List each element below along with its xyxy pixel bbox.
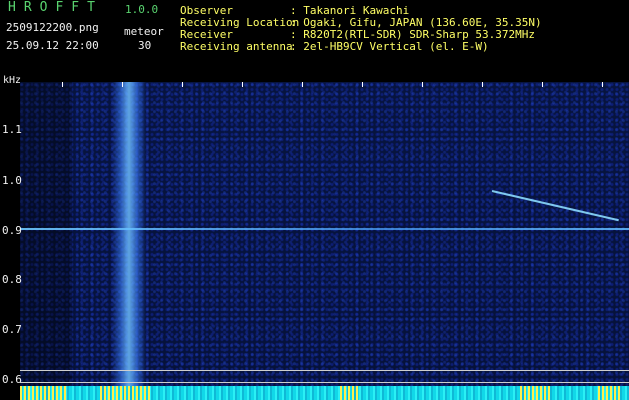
y-tick-label: 0.7 bbox=[2, 323, 22, 336]
x-tick-mark bbox=[482, 82, 483, 87]
version-label: 1.0.0 bbox=[125, 3, 159, 16]
x-tick-mark bbox=[542, 82, 543, 87]
y-tick-label: 0.9 bbox=[2, 224, 22, 237]
y-tick-label: 1.1 bbox=[2, 123, 22, 136]
x-tick-mark bbox=[302, 82, 303, 87]
x-tick-mark bbox=[122, 82, 123, 87]
spectrogram-area bbox=[20, 82, 629, 400]
antenna-label: Receiving antenna bbox=[180, 40, 293, 53]
reference-line bbox=[20, 382, 629, 383]
reference-line bbox=[20, 370, 629, 371]
spectrogram-dark-band bbox=[20, 82, 72, 400]
count-label: 30 bbox=[138, 39, 152, 52]
spectrogram-vertical-band bbox=[112, 82, 146, 400]
datetime-label: 25.09.12 22:00 bbox=[6, 39, 99, 52]
header-panel: HROFFT 1.0.0 2509122200.png meteor 25.09… bbox=[0, 0, 629, 78]
x-tick-mark bbox=[602, 82, 603, 87]
x-tick-mark bbox=[62, 82, 63, 87]
meteor-trail bbox=[491, 190, 619, 222]
y-tick-label: 0.8 bbox=[2, 273, 22, 286]
mode-label: meteor bbox=[124, 25, 164, 38]
signal-level-peak bbox=[100, 386, 150, 400]
app-logo: HROFFT bbox=[8, 0, 103, 15]
antenna-value: : 2el-HB9CV Vertical (el. E-W) bbox=[290, 40, 489, 53]
signal-level-peak bbox=[20, 386, 68, 400]
y-axis-unit: kHz bbox=[3, 75, 22, 86]
x-tick-mark bbox=[362, 82, 363, 87]
filename-label: 2509122200.png bbox=[6, 21, 99, 34]
signal-level-peak bbox=[520, 386, 550, 400]
x-tick-mark bbox=[182, 82, 183, 87]
x-tick-mark bbox=[422, 82, 423, 87]
signal-level-peak bbox=[598, 386, 620, 400]
y-tick-label: 1.0 bbox=[2, 174, 22, 187]
carrier-line bbox=[20, 228, 629, 230]
y-tick-label: 0.6 bbox=[2, 373, 22, 386]
signal-level-peak bbox=[340, 386, 360, 400]
x-tick-mark bbox=[242, 82, 243, 87]
